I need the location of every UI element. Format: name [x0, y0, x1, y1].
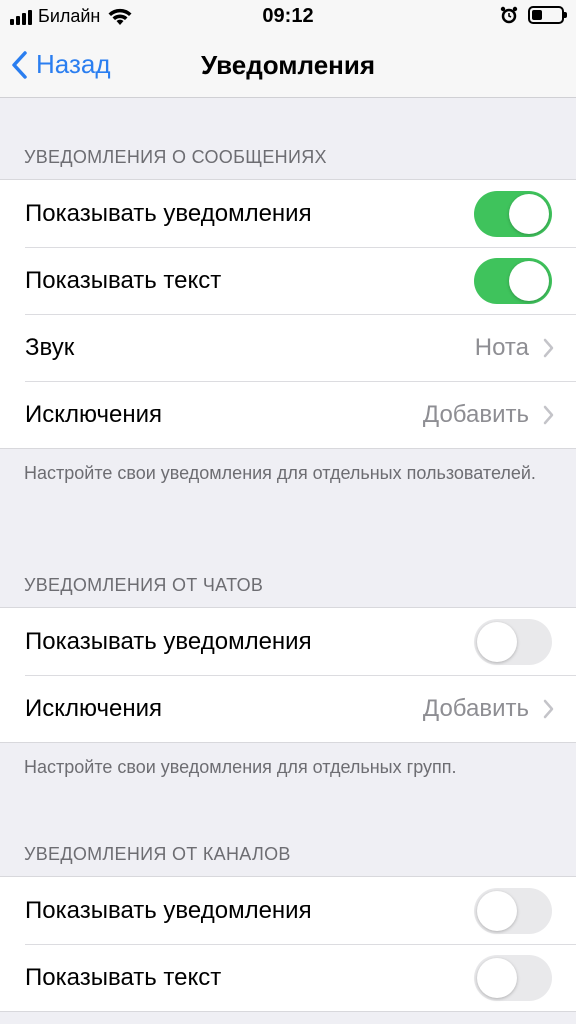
- row-show-notifications-chats[interactable]: Показывать уведомления: [0, 608, 576, 675]
- footer-note-messages: Настройте свои уведомления для отдельных…: [24, 463, 536, 483]
- row-exceptions-chats[interactable]: Исключения Добавить: [0, 675, 576, 742]
- toggle-knob: [509, 193, 549, 234]
- row-value: Добавить: [422, 400, 529, 428]
- row-exceptions-messages[interactable]: Исключения Добавить: [0, 381, 576, 448]
- row-value: Нота: [474, 333, 529, 361]
- chevron-right-icon: [543, 338, 554, 357]
- show-notifications-toggle[interactable]: [474, 190, 552, 237]
- row-sound[interactable]: Звук Нота: [0, 314, 576, 381]
- show-notifications-toggle[interactable]: [474, 887, 552, 934]
- status-time: 09:12: [262, 5, 314, 27]
- show-text-toggle[interactable]: [474, 954, 552, 1001]
- row-show-text-channels[interactable]: Показывать текст: [0, 944, 576, 1011]
- chevron-right-icon: [543, 699, 554, 718]
- status-bar: Билайн 09:12: [0, 0, 576, 32]
- settings-group-chats: Показывать уведомления Исключения Добави…: [0, 607, 576, 743]
- section-header-messages: УВЕДОМЛЕНИЯ О СООБЩЕНИЯХ: [24, 147, 327, 167]
- navigation-bar: Назад Уведомления: [0, 32, 576, 98]
- row-label: Исключения: [25, 694, 163, 722]
- row-label: Исключения: [25, 400, 163, 428]
- row-label: Звук: [25, 333, 75, 361]
- alarm-clock-icon: [500, 6, 518, 24]
- section-header-channels: УВЕДОМЛЕНИЯ ОТ КАНАЛОВ: [24, 844, 291, 864]
- settings-group-messages: Показывать уведомления Показывать текст …: [0, 179, 576, 449]
- show-text-toggle[interactable]: [474, 257, 552, 304]
- row-show-text-messages[interactable]: Показывать текст: [0, 247, 576, 314]
- settings-group-channels: Показывать уведомления Показывать текст: [0, 876, 576, 1012]
- status-right: [500, 6, 567, 24]
- chevron-right-icon: [543, 405, 554, 424]
- toggle-knob: [477, 621, 517, 662]
- row-show-notifications-messages[interactable]: Показывать уведомления: [0, 180, 576, 247]
- show-notifications-toggle[interactable]: [474, 618, 552, 665]
- row-label: Показывать уведомления: [25, 896, 312, 924]
- battery-icon: [528, 6, 567, 24]
- toggle-knob: [477, 890, 517, 931]
- row-show-notifications-channels[interactable]: Показывать уведомления: [0, 877, 576, 944]
- toggle-knob: [477, 957, 517, 998]
- row-label: Показывать уведомления: [25, 627, 312, 655]
- toggle-knob: [509, 260, 549, 301]
- battery-fill: [532, 10, 542, 20]
- row-label: Показывать текст: [25, 963, 222, 991]
- row-label: Показывать текст: [25, 266, 222, 294]
- row-label: Показывать уведомления: [25, 199, 312, 227]
- page-title: Уведомления: [200, 50, 376, 80]
- section-header-chats: УВЕДОМЛЕНИЯ ОТ ЧАТОВ: [24, 575, 264, 595]
- row-value: Добавить: [422, 694, 529, 722]
- footer-note-chats: Настройте свои уведомления для отдельных…: [24, 757, 457, 777]
